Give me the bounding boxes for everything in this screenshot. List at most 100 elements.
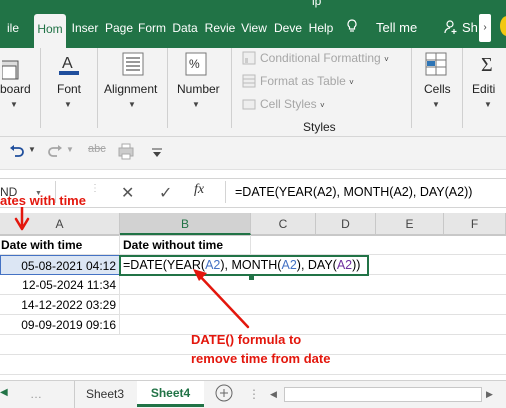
formula-input[interactable]: =DATE(YEAR(A2), MONTH(A2), DAY(A2))	[235, 185, 472, 199]
scroll-right-icon[interactable]: ▶	[486, 389, 493, 400]
undo-icon[interactable]	[8, 142, 26, 160]
cells-group-label: Cells	[424, 82, 451, 96]
account-avatar[interactable]	[500, 16, 506, 36]
prev-sheet-icon[interactable]: ◀	[0, 387, 8, 398]
cells-icon[interactable]	[425, 52, 447, 76]
cell-a1[interactable]: Date with time	[0, 235, 120, 255]
conditional-formatting-icon[interactable]	[242, 51, 256, 65]
clipboard-dropdown-icon[interactable]: ▼	[10, 100, 18, 109]
sheet-tab-sheet3[interactable]: Sheet3	[86, 387, 124, 401]
group-divider	[411, 48, 412, 128]
format-as-table-label: Format as Table	[260, 74, 346, 88]
undo-dropdown-icon[interactable]: ▼	[28, 145, 36, 154]
scroll-left-icon[interactable]: ◀	[270, 389, 277, 400]
alignment-icon[interactable]	[122, 52, 144, 76]
cell-styles-label: Cell Styles	[260, 97, 317, 111]
more-options-icon: ⋮	[248, 387, 260, 401]
font-group-label: Font	[57, 82, 82, 96]
more-options-icon: ⋮	[90, 183, 100, 194]
cells-dropdown-icon[interactable]: ▼	[432, 100, 440, 109]
tab-developer[interactable]: Deve	[273, 12, 303, 48]
cell-styles-icon[interactable]	[242, 97, 256, 111]
tab-help[interactable]: Help	[306, 12, 336, 48]
cell-a4[interactable]: 14-12-2022 03:29	[0, 295, 120, 315]
tab-home[interactable]: Hom	[34, 14, 66, 48]
number-format-icon[interactable]: %	[185, 52, 207, 76]
tab-file[interactable]: ile	[0, 12, 26, 48]
column-header-a[interactable]: A	[0, 213, 120, 235]
column-header-b[interactable]: B	[120, 213, 251, 235]
divider	[74, 381, 75, 408]
annotation-top: ates with time	[0, 193, 86, 208]
divider	[225, 181, 226, 203]
tab-data[interactable]: Data	[170, 12, 200, 48]
cancel-icon[interactable]: ✕	[121, 183, 134, 203]
scroll-right-button[interactable]: ›	[479, 14, 491, 42]
svg-text:Σ: Σ	[481, 54, 493, 76]
insert-function-icon[interactable]: fx	[194, 182, 204, 198]
cell-b2-editor[interactable]: =DATE(YEAR(A2), MONTH(A2), DAY(A2))	[119, 255, 369, 276]
redo-icon[interactable]	[46, 142, 64, 160]
column-header-e[interactable]: E	[376, 213, 444, 235]
annotation-bottom-line-2: remove time from date	[191, 351, 331, 366]
styles-group-label: Styles	[303, 120, 336, 134]
ribbon-body: board ▼ A Font ▼ Alignment ▼ % Number ▼ …	[0, 48, 506, 137]
paste-icon[interactable]	[0, 58, 22, 80]
font-icon[interactable]: A	[58, 52, 80, 78]
group-divider	[167, 48, 168, 128]
cell-reference: A2	[205, 258, 221, 272]
svg-text:%: %	[189, 57, 200, 71]
tab-view[interactable]: View	[239, 12, 269, 48]
lightbulb-icon[interactable]	[344, 18, 360, 34]
group-divider	[97, 48, 98, 128]
svg-text:A: A	[62, 55, 73, 72]
sheet-tab-bar: ◀ … Sheet3 Sheet4 ⋮ ◀ ▶	[0, 380, 506, 408]
alignment-dropdown-icon[interactable]: ▼	[128, 100, 136, 109]
cell-a2[interactable]: 05-08-2021 04:12	[0, 255, 120, 275]
column-header-f[interactable]: F	[444, 213, 506, 235]
clipboard-group-label: board	[0, 82, 31, 96]
group-divider	[231, 48, 232, 128]
alignment-group-label: Alignment	[104, 82, 158, 96]
tab-insert[interactable]: Inser	[69, 12, 101, 48]
horizontal-scrollbar[interactable]	[284, 387, 482, 402]
number-dropdown-icon[interactable]: ▼	[192, 100, 200, 109]
cell-reference: A2	[281, 258, 297, 272]
formula-part: ), DAY(	[296, 258, 337, 272]
tab-page-layout[interactable]: Page	[104, 12, 134, 48]
conditional-formatting-button[interactable]: Conditional Formatting ˅	[260, 51, 389, 65]
customize-qat-icon[interactable]	[150, 145, 164, 159]
conditional-formatting-label: Conditional Formatting	[260, 51, 381, 65]
column-header-c[interactable]: C	[251, 213, 316, 235]
share-button[interactable]: Sh	[462, 20, 478, 35]
title-fragment: lp	[312, 0, 322, 8]
sheet-tab-sheet4[interactable]: Sheet4	[137, 381, 204, 407]
fill-handle[interactable]	[249, 275, 254, 280]
editing-dropdown-icon[interactable]: ▼	[484, 100, 492, 109]
more-sheets-left-icon[interactable]: …	[30, 387, 42, 401]
cell-a5[interactable]: 09-09-2019 09:16	[0, 315, 120, 335]
enter-check-icon[interactable]: ✓	[159, 183, 172, 203]
tab-review[interactable]: Revie	[204, 12, 236, 48]
annotation-bottom-line-1: DATE() formula to	[191, 332, 302, 347]
spelling-icon[interactable]: abc	[88, 143, 106, 155]
ribbon-tab-bar: ile Hom Inser Page Form Data Revie View …	[0, 0, 506, 48]
font-dropdown-icon[interactable]: ▼	[64, 100, 72, 109]
tell-me-search[interactable]: Tell me	[376, 20, 417, 35]
format-as-table-button[interactable]: Format as Table ˅	[260, 74, 354, 88]
group-divider	[462, 48, 463, 128]
tab-formulas[interactable]: Form	[137, 12, 167, 48]
cell-a3[interactable]: 12-05-2024 11:34	[0, 275, 120, 295]
redo-dropdown-icon[interactable]: ▼	[66, 145, 74, 154]
cell-styles-button[interactable]: Cell Styles ˅	[260, 97, 325, 111]
group-divider	[40, 48, 41, 128]
editing-icon[interactable]: Σ	[478, 52, 500, 76]
add-sheet-icon[interactable]	[214, 383, 234, 403]
print-preview-icon[interactable]	[116, 141, 136, 161]
formula-part: =DATE(YEAR(	[123, 258, 206, 272]
column-header-d[interactable]: D	[316, 213, 376, 235]
format-as-table-icon[interactable]	[242, 74, 256, 88]
formula-part: ), MONTH(	[220, 258, 282, 272]
cell-b1[interactable]: Date without time	[120, 235, 251, 255]
share-person-icon[interactable]	[443, 19, 459, 35]
